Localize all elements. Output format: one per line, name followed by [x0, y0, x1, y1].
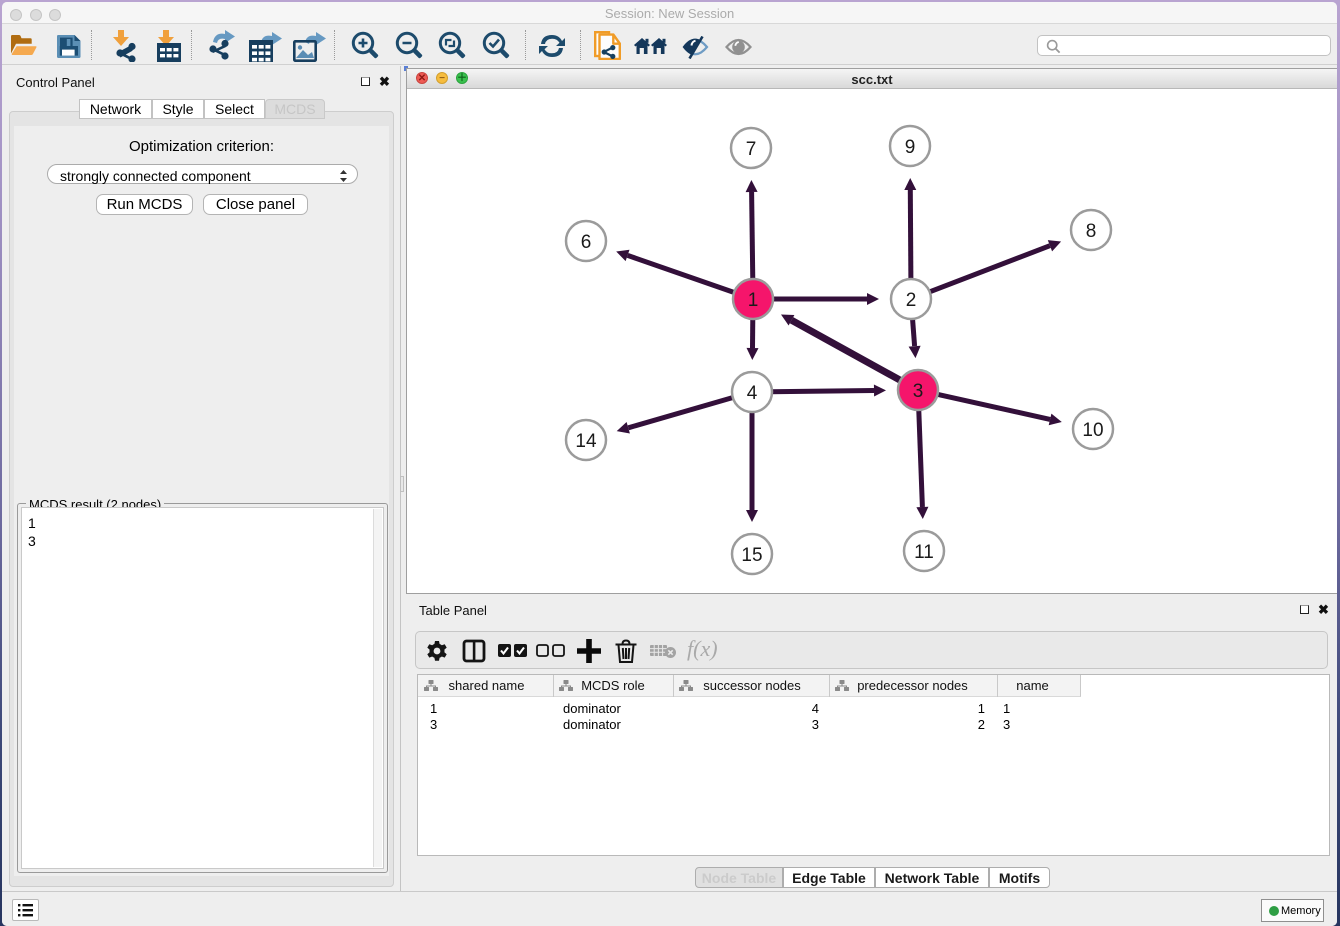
svg-text:1: 1 [748, 290, 759, 311]
svg-text:8: 8 [1086, 221, 1097, 242]
svg-text:11: 11 [914, 542, 934, 563]
svg-text:3: 3 [913, 381, 924, 402]
svg-text:15: 15 [741, 545, 762, 566]
svg-text:2: 2 [906, 290, 917, 311]
svg-text:7: 7 [746, 139, 757, 160]
svg-text:4: 4 [747, 383, 758, 404]
svg-text:10: 10 [1082, 420, 1103, 441]
svg-text:14: 14 [575, 431, 597, 452]
svg-text:6: 6 [581, 232, 592, 253]
svg-text:9: 9 [905, 137, 916, 158]
